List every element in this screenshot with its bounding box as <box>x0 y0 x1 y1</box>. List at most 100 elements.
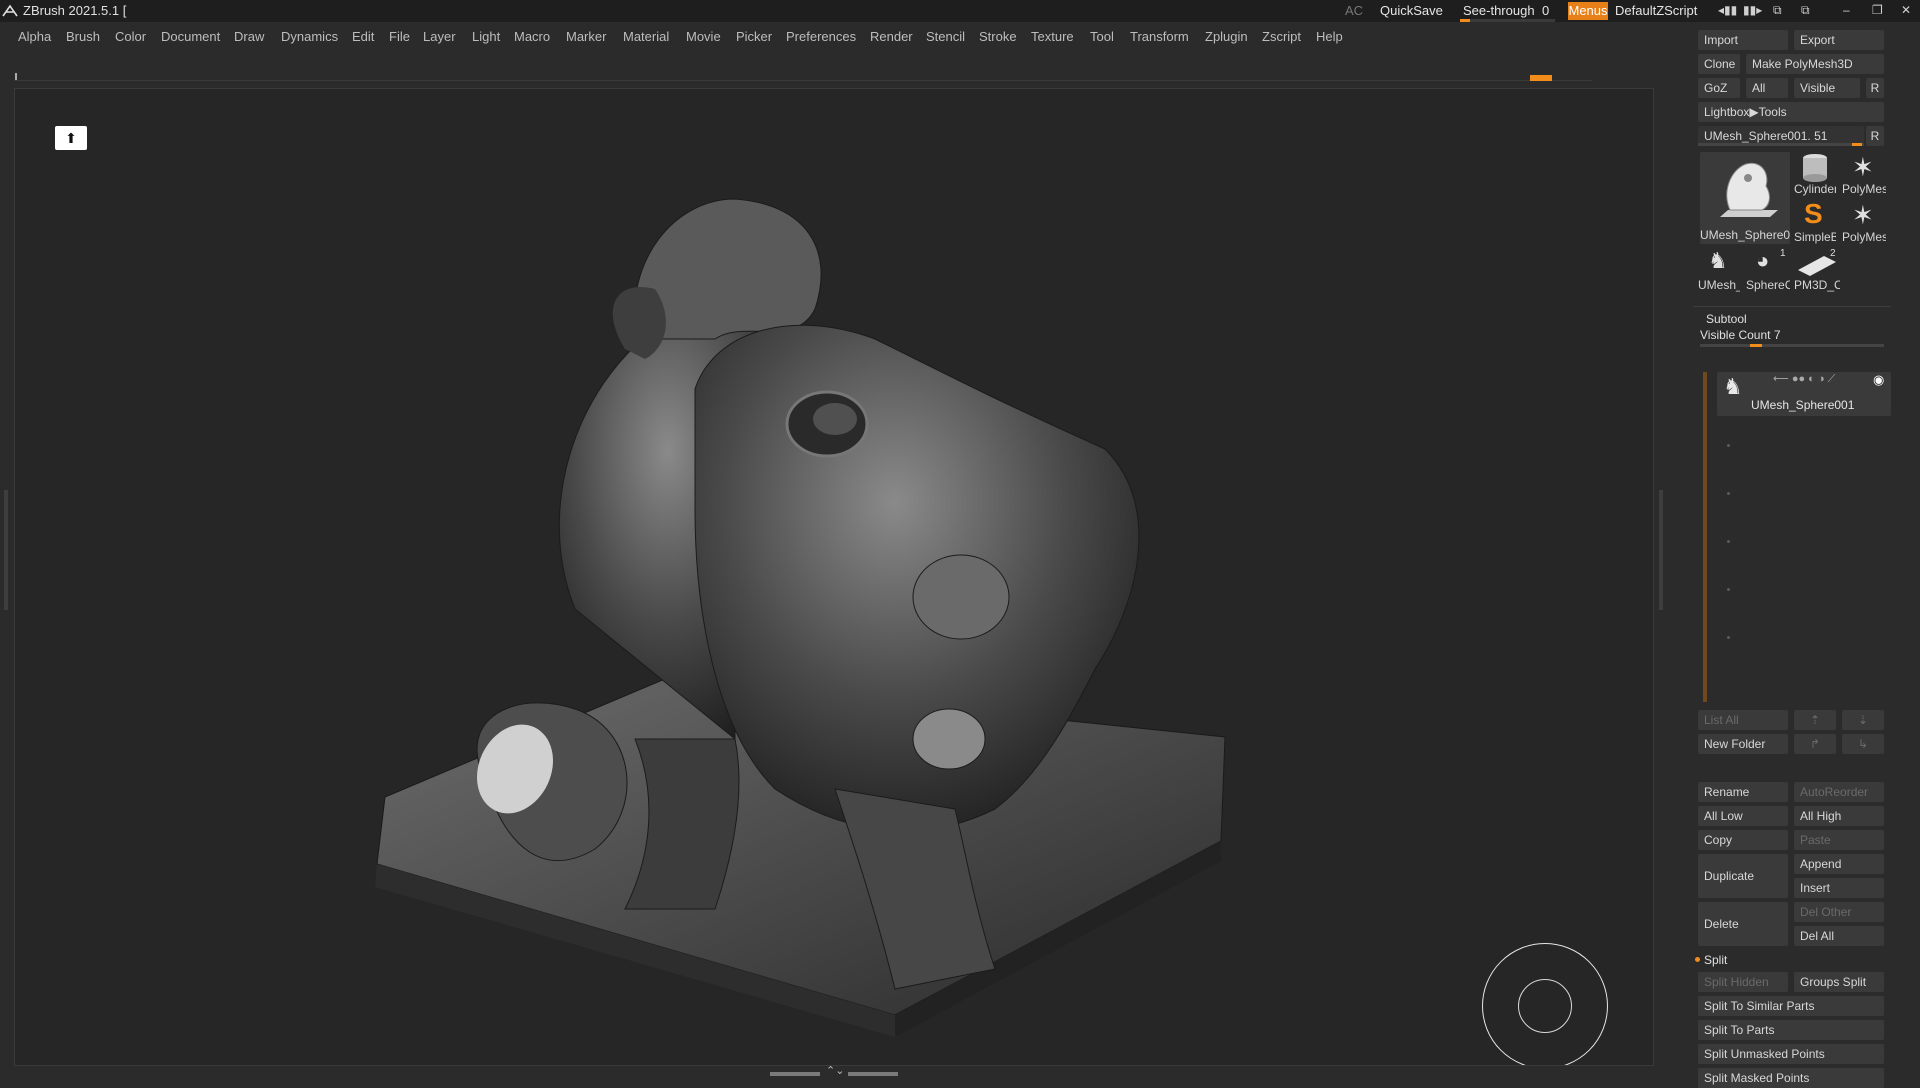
menu-picker[interactable]: Picker <box>736 29 772 44</box>
polymesh-star-icon: ✶ <box>1852 152 1874 182</box>
split-unmasked-points-button[interactable]: Split Unmasked Points <box>1698 1044 1884 1064</box>
tool-thumb-sphere[interactable]: ◕ 1 SphereC <box>1746 248 1790 292</box>
folder-out-icon[interactable]: ↳ <box>1842 734 1884 754</box>
quicksave-button[interactable]: QuickSave <box>1380 3 1443 18</box>
thumb-label: SphereC <box>1746 278 1790 292</box>
shelf-arrow-icon[interactable]: ⌃⌄ <box>826 1064 844 1077</box>
menu-movie[interactable]: Movie <box>686 29 721 44</box>
seethrough-label[interactable]: See-through <box>1463 3 1535 18</box>
all-low-button[interactable]: All Low <box>1698 806 1788 826</box>
shelf-handle-left <box>770 1072 820 1076</box>
menu-marker[interactable]: Marker <box>566 29 606 44</box>
menu-zplugin[interactable]: Zplugin <box>1205 29 1248 44</box>
move-down-icon[interactable]: ⇣ <box>1842 710 1884 730</box>
window-layout-icon[interactable]: ⧉ <box>1773 3 1782 18</box>
del-all-button[interactable]: Del All <box>1794 926 1884 946</box>
autoreorder-button[interactable]: AutoReorder <box>1794 782 1884 802</box>
tool-thumb-polymesh-2[interactable]: ✶ PolyMes <box>1840 200 1886 244</box>
tool-thumb-polymesh[interactable]: ✶ PolyMes <box>1840 152 1886 196</box>
import-button[interactable]: Import <box>1698 30 1788 50</box>
visible-count-slider-fill <box>1750 344 1762 347</box>
tool-thumb-pm3d[interactable]: 2 PM3D_C <box>1794 248 1840 292</box>
menu-stroke[interactable]: Stroke <box>979 29 1017 44</box>
subtool-scrollbar[interactable] <box>1703 372 1707 702</box>
layout-left-icon[interactable]: ◂▮▮ <box>1718 3 1737 17</box>
menus-button[interactable]: Menus <box>1568 2 1608 20</box>
tool-thumb-umesh-small[interactable]: ♞ UMesh_ <box>1698 248 1740 292</box>
new-folder-button[interactable]: New Folder <box>1698 734 1788 754</box>
menu-transform[interactable]: Transform <box>1130 29 1189 44</box>
all-high-button[interactable]: All High <box>1794 806 1884 826</box>
split-to-parts-button[interactable]: Split To Parts <box>1698 1020 1884 1040</box>
insert-button[interactable]: Insert <box>1794 878 1884 898</box>
close-icon[interactable]: ✕ <box>1901 3 1911 17</box>
delete-button[interactable]: Delete <box>1698 902 1788 946</box>
split-title[interactable]: Split <box>1704 953 1727 967</box>
duplicate-button[interactable]: Duplicate <box>1698 854 1788 898</box>
visibility-eye-icon[interactable]: ◉ <box>1873 372 1884 388</box>
menu-color[interactable]: Color <box>115 29 146 44</box>
subtool-item[interactable]: ♞ ⟵ ●● ◐ ◑ ⟋ ◉ UMesh_Sphere001 <box>1717 372 1891 416</box>
timeline-strip[interactable] <box>14 72 1592 81</box>
tool-thumb-umesh-sphere[interactable]: UMesh_Sphere0 <box>1700 152 1790 244</box>
navigation-gizmo-inner[interactable] <box>1518 979 1572 1033</box>
split-similar-parts-button[interactable]: Split To Similar Parts <box>1698 996 1884 1016</box>
menu-render[interactable]: Render <box>870 29 913 44</box>
menu-document[interactable]: Document <box>161 29 220 44</box>
menu-edit[interactable]: Edit <box>352 29 374 44</box>
menu-tool[interactable]: Tool <box>1090 29 1114 44</box>
make-polymesh-button[interactable]: Make PolyMesh3D <box>1746 54 1884 74</box>
ac-toggle[interactable]: AC <box>1345 3 1363 18</box>
split-masked-points-button[interactable]: Split Masked Points <box>1698 1068 1884 1088</box>
goz-button[interactable]: GoZ <box>1698 78 1740 98</box>
menu-texture[interactable]: Texture <box>1031 29 1074 44</box>
rename-button[interactable]: Rename <box>1698 782 1788 802</box>
restore-icon[interactable]: ❐ <box>1872 3 1883 17</box>
subtool-toggles-icon[interactable]: ⟵ ●● ◐ ◑ ⟋ <box>1773 372 1835 386</box>
menu-preferences[interactable]: Preferences <box>786 29 856 44</box>
lightbox-tools-button[interactable]: Lightbox▶Tools <box>1698 102 1884 122</box>
bottom-shelf-handle[interactable]: ⌃⌄ <box>770 1065 900 1078</box>
menu-zscript[interactable]: Zscript <box>1262 29 1301 44</box>
goz-r-button[interactable]: R <box>1866 78 1884 98</box>
copy-button[interactable]: Copy <box>1698 830 1788 850</box>
paste-button[interactable]: Paste <box>1794 830 1884 850</box>
tool-thumb-cylinder[interactable]: Cylinder <box>1794 152 1836 196</box>
split-hidden-button[interactable]: Split Hidden <box>1698 972 1788 992</box>
current-tool-r-button[interactable]: R <box>1866 126 1884 146</box>
del-other-button[interactable]: Del Other <box>1794 902 1884 922</box>
clone-button[interactable]: Clone <box>1698 54 1740 74</box>
menu-dynamics[interactable]: Dynamics <box>281 29 338 44</box>
list-all-button[interactable]: List All <box>1698 710 1788 730</box>
layout-right-icon[interactable]: ▮▮▸ <box>1743 3 1762 17</box>
window-switch-icon[interactable]: ⧉ <box>1801 3 1810 18</box>
groups-split-button[interactable]: Groups Split <box>1794 972 1884 992</box>
menu-light[interactable]: Light <box>472 29 500 44</box>
menu-brush[interactable]: Brush <box>66 29 100 44</box>
left-tray-handle[interactable] <box>4 490 8 610</box>
tool-thumb-simplebrush[interactable]: S SimpleB <box>1794 198 1836 244</box>
menu-file[interactable]: File <box>389 29 410 44</box>
menu-macro[interactable]: Macro <box>514 29 550 44</box>
subtool-title[interactable]: Subtool <box>1706 312 1747 326</box>
timeline-marker[interactable] <box>1530 75 1552 81</box>
menu-alpha[interactable]: Alpha <box>18 29 51 44</box>
menu-layer[interactable]: Layer <box>423 29 456 44</box>
goz-visible-button[interactable]: Visible <box>1794 78 1860 98</box>
menu-material[interactable]: Material <box>623 29 669 44</box>
move-up-icon[interactable]: ⇡ <box>1794 710 1836 730</box>
folder-in-icon[interactable]: ↱ <box>1794 734 1836 754</box>
goz-all-button[interactable]: All <box>1746 78 1788 98</box>
default-zscript-button[interactable]: DefaultZScript <box>1615 3 1697 18</box>
canvas-viewport[interactable]: ⬆ <box>14 88 1654 1066</box>
export-button[interactable]: Export <box>1794 30 1884 50</box>
visible-count-slider[interactable] <box>1700 344 1884 347</box>
append-button[interactable]: Append <box>1794 854 1884 874</box>
navigation-gizmo[interactable] <box>1482 943 1608 1065</box>
right-tray-handle[interactable] <box>1659 490 1663 610</box>
minimize-icon[interactable]: – <box>1843 3 1850 17</box>
menu-draw[interactable]: Draw <box>234 29 264 44</box>
menu-help[interactable]: Help <box>1316 29 1343 44</box>
menu-stencil[interactable]: Stencil <box>926 29 965 44</box>
visible-count[interactable]: Visible Count 7 <box>1700 328 1781 342</box>
